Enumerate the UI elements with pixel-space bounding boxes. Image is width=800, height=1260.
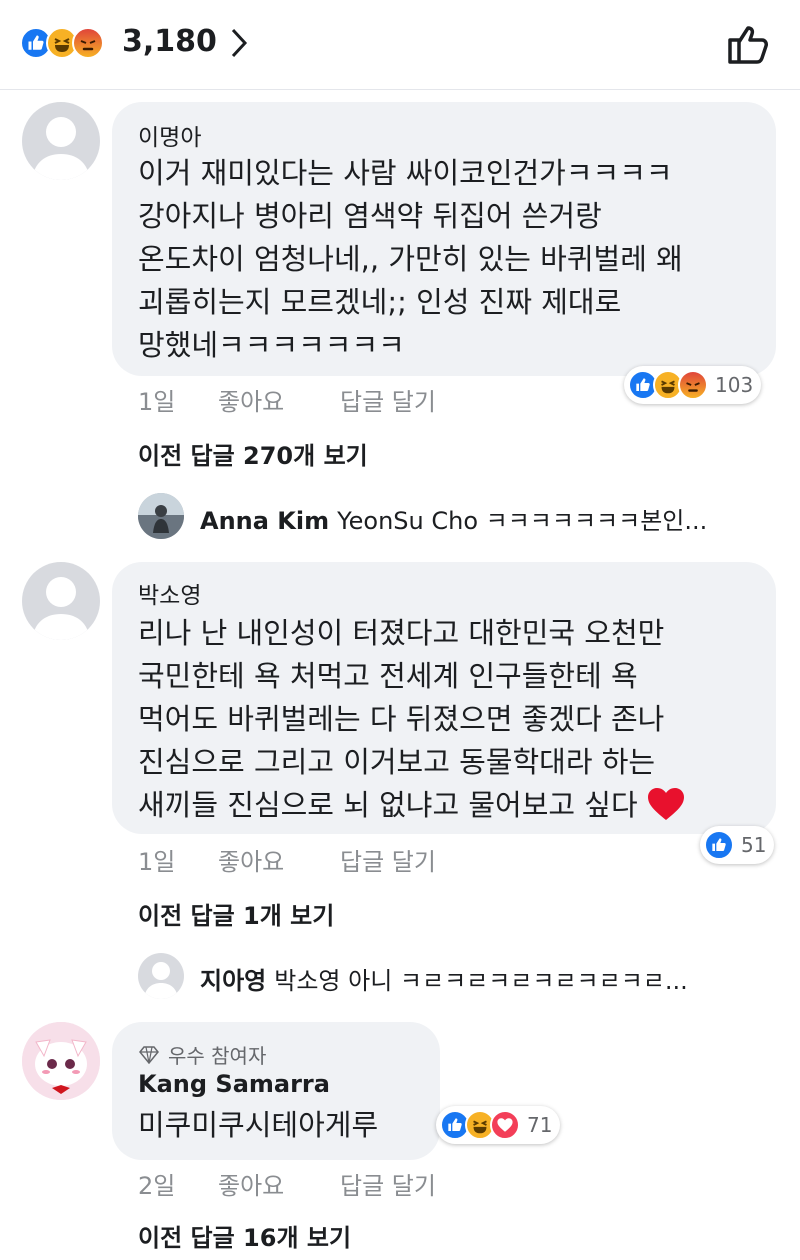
comment-text: 미쿠미쿠시테아게루 (138, 1108, 379, 1142)
reaction-summary[interactable] (20, 26, 104, 60)
comment-time: 1일 (138, 388, 176, 416)
reply-link[interactable]: 답글 달기 (340, 382, 436, 417)
reply-preview[interactable]: 지아영 박소영 아니 ㅋㄹㅋㄹㅋㄹㅋㄹㅋㄹㅋㄹ... (200, 961, 688, 996)
comment-author[interactable]: Kang Samarra (138, 1070, 330, 1098)
angry-icon (72, 27, 104, 59)
comment-time: 2일 (138, 1172, 176, 1200)
avatar[interactable] (22, 562, 100, 640)
reply-preview[interactable]: Anna Kim YeonSu Cho ㅋㅋㅋㅋㅋㅋㅋ본인... (200, 501, 707, 536)
diamond-icon (139, 1045, 159, 1064)
comment-author[interactable]: 이명아 (138, 118, 201, 152)
comment-text: 리나 난 내인성이 터졌다고 대한민국 오천만 국민한테 욕 처먹고 전세계 인구… (138, 612, 685, 833)
avatar[interactable] (138, 493, 184, 539)
reply-link[interactable]: 답글 달기 (340, 842, 436, 877)
reply-text: YeonSu Cho ㅋㅋㅋㅋㅋㅋㅋ본인... (337, 507, 708, 535)
reaction-count: 51 (741, 833, 767, 857)
reply-author: Anna Kim (200, 507, 330, 535)
like-link[interactable]: 좋아요 (218, 842, 284, 877)
reaction-count-chip[interactable]: 71 (436, 1106, 561, 1144)
reply-text: 박소영 아니 ㅋㄹㅋㄹㅋㄹㅋㄹㅋㄹㅋㄹ... (274, 967, 688, 995)
reaction-count: 103 (715, 373, 754, 397)
reply-author: 지아영 (200, 967, 267, 995)
like-outline-button[interactable] (724, 20, 772, 72)
reaction-total[interactable]: 3,180 (122, 24, 217, 59)
avatar[interactable] (22, 1022, 100, 1100)
avatar[interactable] (138, 953, 184, 999)
like-icon (704, 830, 734, 860)
comment-text: 이거 재미있다는 사람 싸이코인건가ㅋㅋㅋㅋ 강아지나 병아리 염색약 뒤집어 쓴… (138, 156, 683, 362)
view-previous-replies[interactable]: 이전 답글 1개 보기 (138, 896, 334, 931)
angry-icon (678, 370, 708, 400)
comment-time: 1일 (138, 848, 176, 876)
like-link[interactable]: 좋아요 (218, 382, 284, 417)
love-icon (490, 1110, 520, 1140)
heart-emoji-icon (647, 787, 685, 833)
avatar[interactable] (22, 102, 100, 180)
view-previous-replies[interactable]: 이전 답글 16개 보기 (138, 1218, 351, 1253)
reactions-header: 3,180 (0, 0, 800, 90)
reaction-count-chip[interactable]: 51 (700, 826, 775, 864)
top-fan-badge: 우수 참여자 (138, 1040, 266, 1069)
view-previous-replies[interactable]: 이전 답글 270개 보기 (138, 436, 368, 471)
comment-author[interactable]: 박소영 (138, 576, 201, 610)
reaction-count: 71 (527, 1113, 553, 1137)
chevron-right-icon[interactable] (228, 26, 250, 64)
reply-link[interactable]: 답글 달기 (340, 1166, 436, 1201)
like-link[interactable]: 좋아요 (218, 1166, 284, 1201)
reaction-count-chip[interactable]: 103 (624, 366, 762, 404)
